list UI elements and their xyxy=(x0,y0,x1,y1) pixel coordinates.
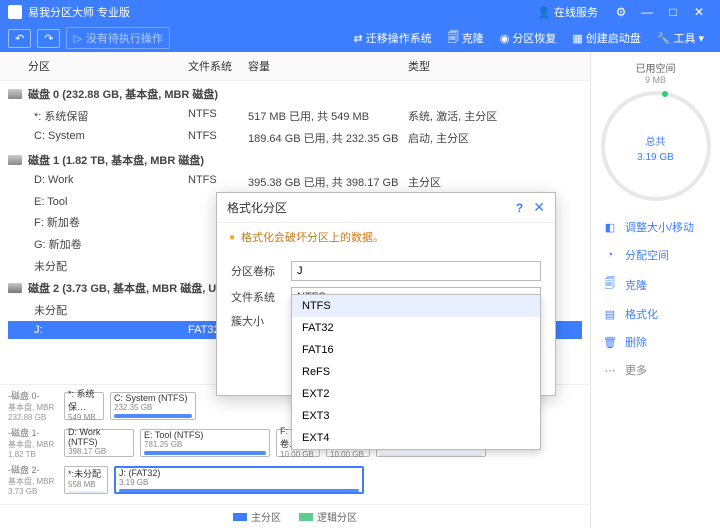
op-icon: 🗐 xyxy=(603,275,617,294)
operation-item[interactable]: ◔分配空间 xyxy=(599,241,712,269)
undo-button[interactable]: ↶ xyxy=(8,29,31,48)
op-icon: ▤ xyxy=(603,308,617,321)
op-icon: ⋯ xyxy=(603,364,617,377)
col-capacity: 容量 xyxy=(248,58,408,74)
maximize-button[interactable]: □ xyxy=(660,5,686,19)
disk-icon xyxy=(8,283,22,293)
tree-header: 分区 文件系统 容量 类型 xyxy=(0,52,590,81)
right-panel: 已用空间 9 MB 总共 3.19 GB ◧调整大小/移动◔分配空间🗐克隆▤格式… xyxy=(590,52,720,528)
migrate-os-button[interactable]: ⇄ 迁移操作系统 xyxy=(346,30,440,46)
used-space-label: 已用空间 xyxy=(599,60,712,75)
op-icon: ◔ xyxy=(603,249,617,261)
operations-list: ◧调整大小/移动◔分配空间🗐克隆▤格式化🗑删除⋯更多 xyxy=(599,213,712,384)
filesystem-option[interactable]: NTFS xyxy=(292,295,540,317)
operation-item[interactable]: ⋯更多 xyxy=(599,356,712,384)
col-partition: 分区 xyxy=(8,58,188,74)
label-filesystem: 文件系统 xyxy=(231,289,291,305)
operation-item[interactable]: 🗑删除 xyxy=(599,328,712,356)
volume-label-input[interactable] xyxy=(291,261,541,281)
app-title: 易我分区大师 专业版 xyxy=(28,4,130,20)
usage-gauge: 总共 3.19 GB xyxy=(601,91,711,201)
close-button[interactable]: ✕ xyxy=(686,5,712,19)
partition-segment[interactable]: *:未分配558 MB xyxy=(64,466,108,494)
operation-item[interactable]: 🗐克隆 xyxy=(599,269,712,300)
filesystem-option[interactable]: ReFS xyxy=(292,361,540,383)
minimize-button[interactable]: — xyxy=(634,5,660,19)
clone-button[interactable]: 🗐 克隆 xyxy=(440,29,492,48)
filesystem-option[interactable]: EXT3 xyxy=(292,405,540,427)
filesystem-option[interactable]: FAT16 xyxy=(292,339,540,361)
dialog-warning: 格式化会破坏分区上的数据。 xyxy=(217,223,555,251)
partition-segment[interactable]: D: Work (NTFS)398.17 GB xyxy=(64,429,134,457)
partition-segment[interactable]: J: (FAT32)3.19 GB xyxy=(114,466,364,494)
disk-row[interactable]: 磁盘 0 (232.88 GB, 基本盘, MBR 磁盘) xyxy=(8,83,582,105)
partition-row[interactable]: C: SystemNTFS189.64 GB 已用, 共 232.35 GB启动… xyxy=(8,127,582,149)
disk-row[interactable]: 磁盘 1 (1.82 TB, 基本盘, MBR 磁盘) xyxy=(8,149,582,171)
format-dialog: 格式化分区 ? ✕ 格式化会破坏分区上的数据。 分区卷标 文件系统 NTFS▾ xyxy=(216,192,556,396)
dialog-close-icon[interactable]: ✕ xyxy=(533,199,545,216)
op-icon: 🗑 xyxy=(603,336,617,349)
partition-segment[interactable]: *: 系统保…549 MB xyxy=(64,392,104,420)
online-service-link[interactable]: 👤 在线服务 xyxy=(537,4,598,20)
operation-item[interactable]: ◧调整大小/移动 xyxy=(599,213,712,241)
pending-ops-button[interactable]: ▷ 没有待执行操作 xyxy=(66,27,169,49)
legend: 主分区 逻辑分区 xyxy=(0,504,590,528)
disk-icon xyxy=(8,89,22,99)
bootdisk-button[interactable]: ▦ 创建启动盘 xyxy=(564,30,648,46)
app-logo-icon xyxy=(8,5,22,19)
dialog-help-icon[interactable]: ? xyxy=(516,201,523,215)
partition-row[interactable]: D: WorkNTFS395.38 GB 已用, 共 398.17 GB主分区 xyxy=(8,171,582,193)
filesystem-dropdown: NTFSFAT32FAT16ReFSEXT2EXT3EXT4 xyxy=(291,294,541,450)
partition-segment[interactable]: C: System (NTFS)232.35 GB xyxy=(110,392,196,420)
dialog-title: 格式化分区 xyxy=(227,199,287,216)
toolbar: ↶ ↷ ▷ 没有待执行操作 ⇄ 迁移操作系统 🗐 克隆 ◉ 分区恢复 ▦ 创建启… xyxy=(0,24,720,52)
label-cluster: 簇大小 xyxy=(231,313,291,329)
col-filesystem: 文件系统 xyxy=(188,58,248,74)
filesystem-option[interactable]: FAT32 xyxy=(292,317,540,339)
titlebar: 易我分区大师 专业版 👤 在线服务 ⚙ — □ ✕ xyxy=(0,0,720,24)
used-space-value: 9 MB xyxy=(599,75,712,85)
label-volume: 分区卷标 xyxy=(231,263,291,279)
partition-row[interactable]: *: 系统保留NTFS517 MB 已用, 共 549 MB系统, 激活, 主分… xyxy=(8,105,582,127)
disk-icon xyxy=(8,155,22,165)
op-icon: ◧ xyxy=(603,221,617,234)
settings-icon[interactable]: ⚙ xyxy=(608,5,634,19)
redo-button[interactable]: ↷ xyxy=(37,29,60,48)
disk-bar-row: -磁盘 2-基本盘, MBR3.73 GB*:未分配558 MBJ: (FAT3… xyxy=(8,463,582,496)
filesystem-option[interactable]: EXT2 xyxy=(292,383,540,405)
tools-button[interactable]: 🔧 工具 ▾ xyxy=(649,30,712,46)
filesystem-option[interactable]: EXT4 xyxy=(292,427,540,449)
partition-segment[interactable]: E: Tool (NTFS)781.25 GB xyxy=(140,429,270,457)
recover-button[interactable]: ◉ 分区恢复 xyxy=(492,30,565,46)
col-type: 类型 xyxy=(408,58,582,74)
operation-item[interactable]: ▤格式化 xyxy=(599,300,712,328)
